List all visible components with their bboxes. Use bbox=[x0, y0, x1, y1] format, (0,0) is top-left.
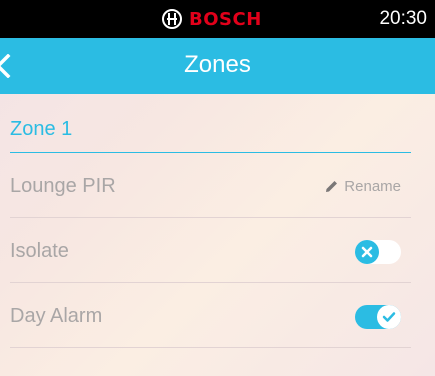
zone-name-row: Lounge PIR Rename bbox=[10, 154, 411, 218]
x-icon bbox=[355, 240, 379, 264]
day-alarm-toggle[interactable] bbox=[355, 305, 401, 329]
isolate-label: Isolate bbox=[10, 240, 69, 262]
rename-button[interactable]: Rename bbox=[325, 178, 401, 195]
brand-name: BOSCH bbox=[189, 8, 262, 30]
rename-label: Rename bbox=[344, 178, 401, 195]
day-alarm-label: Day Alarm bbox=[10, 305, 103, 327]
day-alarm-row: Day Alarm bbox=[10, 284, 411, 348]
section-title: Zone 1 bbox=[10, 118, 73, 140]
status-time: 20:30 bbox=[379, 8, 427, 29]
brand: BOSCH bbox=[162, 7, 262, 31]
nav-bar: Zones bbox=[0, 38, 435, 94]
status-bar: BOSCH 20:30 bbox=[0, 0, 435, 38]
check-icon bbox=[377, 305, 401, 329]
isolate-row: Isolate bbox=[10, 219, 411, 283]
section-divider bbox=[10, 152, 411, 153]
bosch-logo-icon bbox=[162, 9, 182, 29]
zone-name-label: Lounge PIR bbox=[10, 175, 116, 197]
page-title: Zones bbox=[184, 51, 251, 78]
isolate-toggle[interactable] bbox=[355, 240, 401, 264]
pencil-icon bbox=[326, 181, 338, 192]
